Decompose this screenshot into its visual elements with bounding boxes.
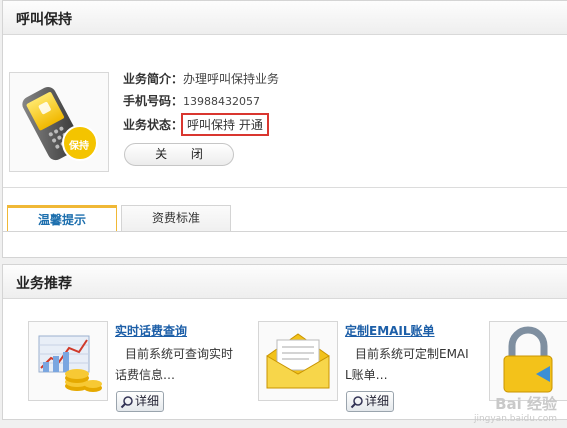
status-label: 业务状态： (123, 118, 184, 132)
rec-item-2-desc-line1: 目前系统可定制EMAI (355, 347, 469, 361)
detail-label: 详细 (365, 394, 390, 408)
rec-item-1-desc-line1: 目前系统可查询实时 (125, 347, 234, 361)
intro-value: 办理呼叫保持业务 (183, 72, 280, 86)
page-title: 呼叫保持 (16, 12, 72, 28)
recommend-title: 业务推荐 (16, 276, 72, 292)
tab-tariff[interactable]: 资费标准 (121, 205, 231, 232)
lock-icon (503, 326, 553, 393)
status-value: 呼叫保持 开通 (181, 113, 269, 136)
rec-item-2-desc-line2: L账单… (345, 368, 388, 382)
recommend-panel-header: 业务推荐 (3, 265, 567, 299)
rec-item-2-desc: 目前系统可定制EMAI L账单… (345, 344, 469, 386)
magnifier-icon (120, 396, 133, 409)
service-panel: 呼叫保持 保持 业务简介：办理呼叫保持业务 手机号码：13988432057 业… (2, 0, 567, 258)
intro-row: 业务简介：办理呼叫保持业务 (123, 70, 279, 87)
phone-row: 手机号码：13988432057 (123, 92, 260, 109)
intro-label: 业务简介： (123, 72, 184, 86)
badge-label: 保持 (69, 141, 89, 152)
chart-coins-icon (38, 335, 102, 392)
tab-tips[interactable]: 温馨提示 (7, 205, 117, 232)
close-button[interactable]: 关 闭 (124, 143, 234, 166)
status-row: 业务状态： 呼叫保持 开通 (123, 113, 269, 136)
rec-item-1-image[interactable] (28, 321, 108, 401)
detail-label: 详细 (135, 394, 160, 408)
rec-item-3-image[interactable] (489, 321, 567, 401)
rec-item-1-desc-line2: 话费信息… (115, 368, 176, 382)
magnifier-icon (350, 396, 363, 409)
watermark-text: Bai 经验 (495, 395, 557, 413)
rec-item-2-detail-button[interactable]: 详细 (346, 391, 394, 412)
rec-item-1-desc: 目前系统可查询实时 话费信息… (115, 344, 239, 386)
phone-label: 手机号码： (123, 94, 184, 108)
rec-item-2-title[interactable]: 定制EMAIL账单 (345, 322, 435, 339)
divider (3, 187, 567, 188)
rec-item-2-image[interactable] (258, 321, 338, 401)
watermark-sub: jingyan.baidu.com (473, 414, 557, 424)
rec-item-1-detail-button[interactable]: 详细 (116, 391, 164, 412)
envelope-icon (266, 333, 330, 389)
tab-underline (3, 231, 567, 232)
service-panel-header: 呼叫保持 (3, 1, 567, 35)
watermark: Bai 经验 jingyan.baidu.com (474, 393, 557, 424)
phone-icon (22, 86, 98, 161)
phone-value: 13988432057 (183, 95, 260, 108)
rec-item-1-title[interactable]: 实时话费查询 (115, 322, 187, 339)
service-image: 保持 (9, 72, 109, 172)
